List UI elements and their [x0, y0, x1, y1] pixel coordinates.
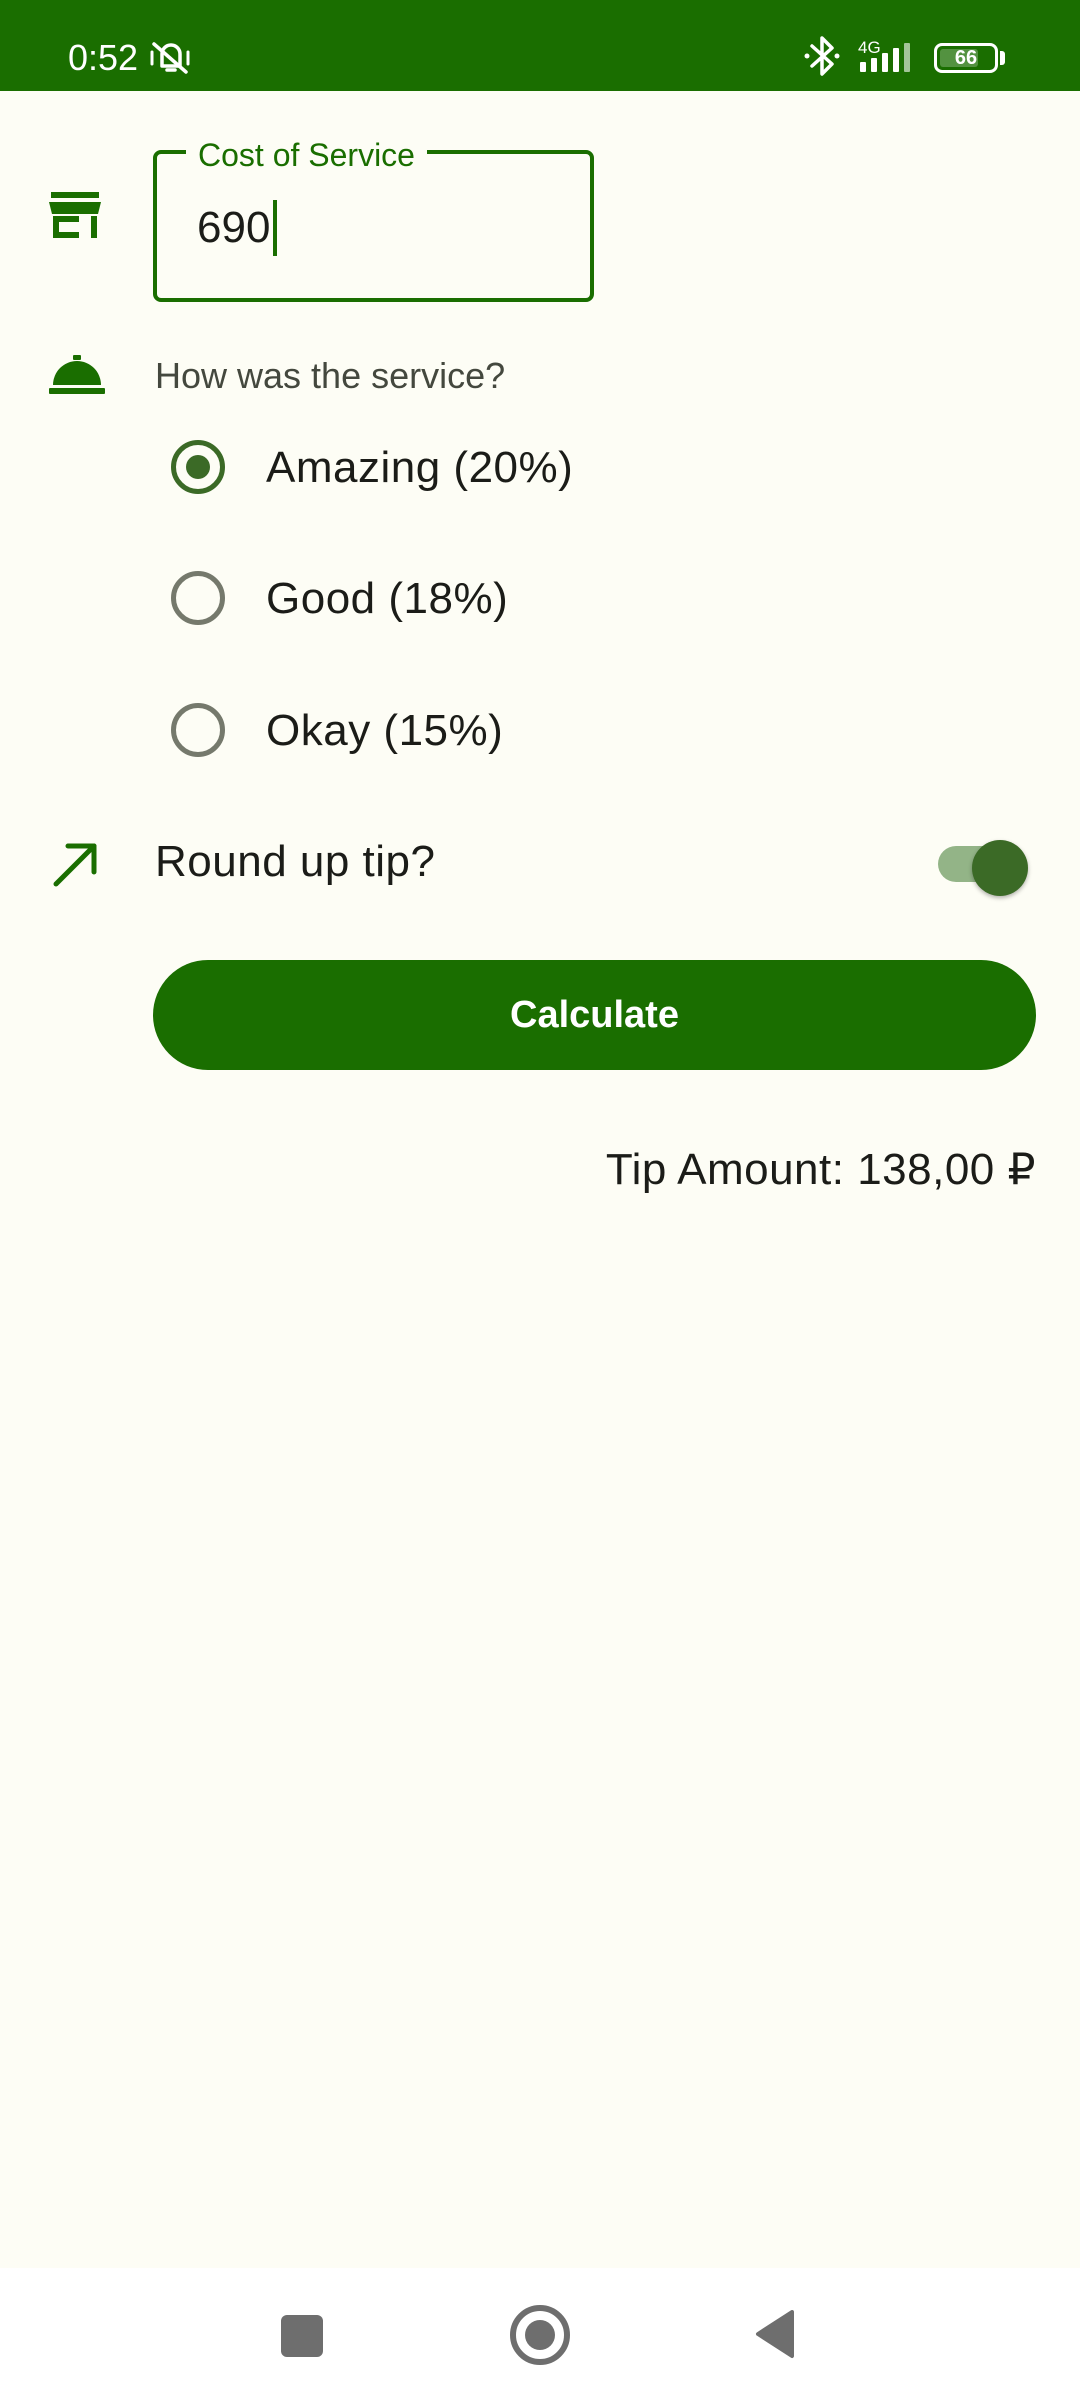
status-bar: 0:52 4G 66 — [0, 0, 1080, 91]
status-time: 0:52 — [68, 37, 139, 78]
service-question: How was the service? — [155, 355, 506, 396]
cost-of-service-input[interactable]: 690 — [197, 202, 270, 254]
battery-percent: 66 — [954, 47, 978, 69]
radio-button-checked[interactable] — [171, 440, 225, 494]
calculate-button[interactable]: Calculate — [153, 960, 1036, 1070]
radio-button-unchecked[interactable] — [171, 571, 225, 625]
round-up-label: Round up tip? — [155, 837, 436, 886]
back-triangle-icon[interactable] — [754, 2308, 796, 2360]
mute-vibrate-icon — [150, 42, 190, 74]
tip-amount-result: Tip Amount: 138,00 ₽ — [605, 1145, 1036, 1194]
bluetooth-icon — [804, 36, 840, 76]
battery-icon: 66 — [934, 43, 998, 73]
switch-thumb — [972, 840, 1028, 896]
radio-option-amazing[interactable]: Amazing (20%) — [153, 412, 753, 522]
trending-up-arrow-icon — [53, 843, 97, 887]
room-service-bell-icon — [49, 355, 105, 394]
round-up-switch[interactable] — [938, 840, 1028, 896]
signal-icon — [860, 43, 910, 72]
cost-of-service-label: Cost of Service — [186, 136, 427, 174]
radio-button-unchecked[interactable] — [171, 703, 225, 757]
battery-tip — [1000, 51, 1005, 65]
text-cursor — [273, 200, 277, 256]
radio-label-amazing: Amazing (20%) — [266, 443, 574, 492]
radio-option-okay[interactable]: Okay (15%) — [153, 675, 753, 785]
radio-dot — [186, 455, 210, 479]
home-dot — [525, 2320, 555, 2350]
recents-square-icon[interactable] — [281, 2315, 323, 2357]
radio-option-good[interactable]: Good (18%) — [153, 543, 753, 653]
storefront-icon — [49, 192, 101, 238]
radio-label-okay: Okay (15%) — [266, 706, 504, 755]
home-circle-icon[interactable] — [510, 2305, 570, 2365]
radio-label-good: Good (18%) — [266, 574, 509, 623]
